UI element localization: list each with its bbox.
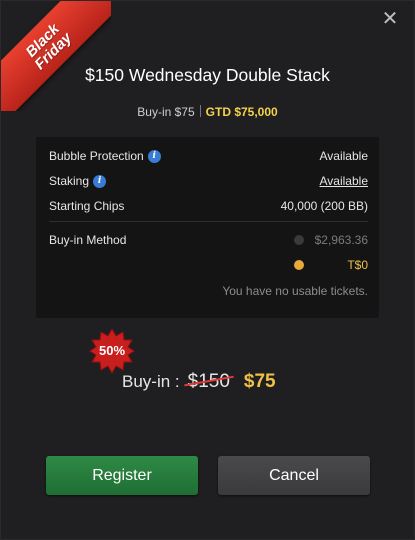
bubble-protection-row: Bubble Protection i Available — [49, 149, 368, 163]
buyin-text: Buy-in $75 — [137, 105, 195, 119]
radio-dot-icon[interactable] — [294, 235, 304, 245]
info-icon[interactable]: i — [147, 149, 161, 163]
panel-divider — [49, 221, 368, 222]
close-icon[interactable]: ✕ — [380, 9, 400, 29]
gtd-text: GTD $75,000 — [205, 105, 278, 119]
register-button[interactable]: Register — [46, 456, 198, 495]
starting-chips-label: Starting Chips — [49, 199, 125, 213]
buyin-method-label: Buy-in Method — [49, 233, 127, 247]
bubble-protection-label: Bubble Protection — [49, 149, 144, 163]
black-friday-ribbon: Black Friday — [1, 1, 111, 111]
new-price: $75 — [243, 371, 276, 392]
tournament-dialog: Black Friday ✕ $150 Wednesday Double Sta… — [0, 0, 415, 540]
discount-badge: 50% — [89, 328, 135, 374]
info-icon[interactable]: i — [93, 174, 107, 188]
buyin-option-tickets[interactable]: T$0 — [294, 258, 368, 272]
staking-row: Staking i Available — [49, 174, 368, 188]
staking-available-link[interactable]: Available — [320, 174, 368, 188]
price-line: Buy-in : $150 $75 — [122, 371, 276, 393]
starting-chips-value: 40,000 (200 BB) — [280, 199, 368, 213]
no-tickets-note: You have no usable tickets. — [222, 284, 368, 298]
price-label: Buy-in : — [122, 372, 180, 391]
summary-divider — [199, 105, 201, 117]
cash-amount: $2,963.36 — [314, 233, 368, 247]
details-panel: Bubble Protection i Available Staking i Av… — [36, 137, 379, 318]
old-price: $150 — [183, 371, 234, 393]
staking-label: Staking — [49, 174, 90, 188]
discount-percent: 50% — [98, 343, 126, 358]
bubble-protection-value: Available — [319, 149, 368, 163]
cancel-button[interactable]: Cancel — [218, 456, 370, 495]
buyin-option-cash[interactable]: $2,963.36 — [294, 233, 368, 247]
ticket-amount: T$0 — [347, 258, 368, 272]
starting-chips-row: Starting Chips 40,000 (200 BB) — [49, 199, 368, 213]
radio-dot-icon[interactable] — [294, 260, 304, 270]
